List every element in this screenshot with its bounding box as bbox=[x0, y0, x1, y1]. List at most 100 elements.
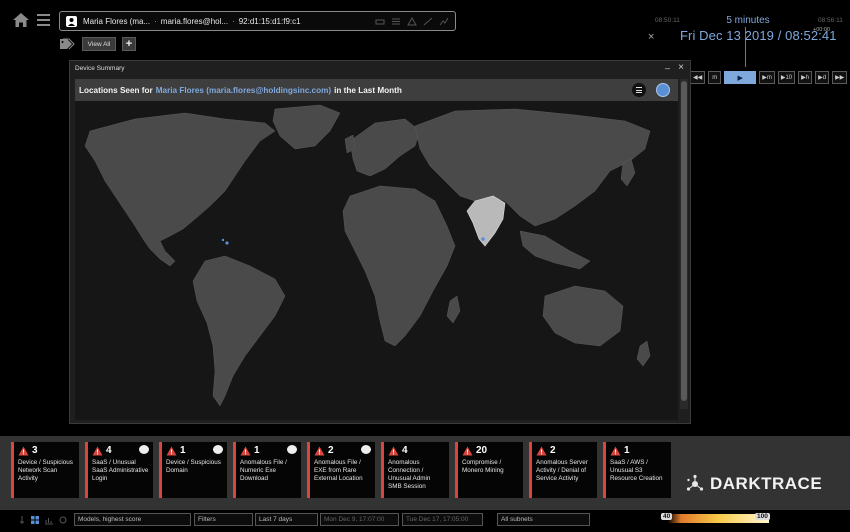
alert-label: Device / Suspicious Network Scan Activit… bbox=[18, 459, 73, 482]
madagascar bbox=[446, 295, 461, 324]
warning-icon bbox=[388, 446, 399, 455]
alert-card[interactable]: 1 Anomalous File / Numeric Exe Download bbox=[233, 442, 301, 498]
pin-icon[interactable] bbox=[17, 515, 27, 525]
view-all-button[interactable]: View All bbox=[82, 37, 116, 51]
hamburger-menu-icon[interactable] bbox=[37, 14, 50, 26]
darktrace-logo: DARKTRACE bbox=[686, 474, 822, 494]
alert-count: 2 bbox=[550, 445, 556, 456]
time-window-label: 5 minutes bbox=[726, 15, 770, 26]
wand-icon[interactable] bbox=[423, 17, 433, 26]
playback-fast-forward-button[interactable]: ▶▶ bbox=[832, 71, 848, 84]
alert-count: 4 bbox=[106, 445, 112, 456]
models-select[interactable]: Models, highest score bbox=[74, 513, 191, 526]
time-scale-end: 08:56:11 bbox=[818, 17, 843, 24]
time-scale-start: 08:50:11 bbox=[655, 17, 680, 24]
southeast-asia bbox=[519, 230, 591, 270]
add-tag-button[interactable]: + bbox=[122, 37, 136, 51]
date-to-input[interactable]: Tue Dec 17, 17:05:00 bbox=[402, 513, 483, 526]
alert-card[interactable]: 4 SaaS / Unusual SaaS Administrative Log… bbox=[85, 442, 153, 498]
warning-icon bbox=[240, 446, 251, 455]
alert-label: Anomalous Server Activity / Denial of Se… bbox=[536, 459, 588, 482]
date-range-select[interactable]: Last 7 days bbox=[255, 513, 318, 526]
separator: · bbox=[232, 16, 235, 26]
user-icon bbox=[66, 15, 77, 27]
playback-forward-minute-button[interactable]: ▶m bbox=[759, 71, 775, 84]
home-icon[interactable] bbox=[12, 12, 30, 28]
alert-count: 4 bbox=[402, 445, 408, 456]
graph-icon[interactable] bbox=[439, 17, 449, 26]
score-max-handle[interactable]: 100 bbox=[755, 513, 770, 520]
device-search-bar[interactable]: Maria Flores (ma... · maria.flores@hol..… bbox=[59, 11, 456, 31]
device-summary-window: Device Summary – × Locations Seen for Ma… bbox=[69, 60, 691, 424]
score-min-handle[interactable]: 40 bbox=[661, 513, 673, 520]
score-range-slider[interactable] bbox=[600, 514, 769, 523]
warning-icon bbox=[462, 446, 473, 455]
alert-label: Anomalous File / Numeric Exe Download bbox=[240, 459, 287, 482]
greenland bbox=[272, 104, 341, 150]
playback-rewind-button[interactable]: ◀◀ bbox=[690, 71, 706, 84]
alert-card[interactable]: 1 SaaS / AWS / Unusual S3 Resource Creat… bbox=[603, 442, 671, 498]
playback-forward-10-button[interactable]: ▶10 bbox=[777, 71, 796, 84]
list-icon[interactable] bbox=[391, 17, 401, 26]
alert-label: Anomalous File / EXE from Rare External … bbox=[314, 459, 363, 482]
playback-controls: ◀◀ m ▶ ▶m ▶10 ▶h ▶d ▶▶ bbox=[690, 71, 848, 84]
subnets-select[interactable]: All subnets bbox=[497, 513, 590, 526]
playback-forward-day-button[interactable]: ▶d bbox=[815, 71, 830, 84]
playback-forward-hour-button[interactable]: ▶h bbox=[798, 71, 813, 84]
india-highlight bbox=[466, 195, 506, 247]
alert-count: 1 bbox=[180, 445, 186, 456]
playback-play-button[interactable]: ▶ bbox=[724, 71, 757, 84]
comment-icon bbox=[139, 445, 149, 454]
globe-icon[interactable] bbox=[656, 83, 670, 97]
device-mac: 92:d1:15:d1:f9:c1 bbox=[238, 16, 301, 26]
date-from-input[interactable]: Mon Dec 9, 17:07:00 bbox=[320, 513, 399, 526]
alert-count: 1 bbox=[254, 445, 260, 456]
summary-scrollbar[interactable] bbox=[680, 79, 688, 409]
alert-count: 2 bbox=[328, 445, 334, 456]
alert-card[interactable]: 4 Anomalous Connection / Unusual Admin S… bbox=[381, 442, 449, 498]
alert-card[interactable]: 2 Anomalous Server Activity / Denial of … bbox=[529, 442, 597, 498]
network-icon[interactable] bbox=[58, 515, 68, 525]
alert-card[interactable]: 1 Device / Suspicious Domain bbox=[159, 442, 227, 498]
time-close-button[interactable]: × bbox=[648, 31, 654, 43]
alert-card[interactable]: 3 Device / Suspicious Network Scan Activ… bbox=[11, 442, 79, 498]
australia bbox=[542, 285, 624, 347]
grid-icon[interactable] bbox=[30, 515, 40, 525]
location-marker bbox=[221, 238, 225, 242]
current-time: Fri Dec 13 2019 / 08:52:41 bbox=[680, 28, 837, 43]
header-user-link[interactable]: Maria Flores (maria.flores@holdingsinc.c… bbox=[156, 86, 331, 95]
chart-icon[interactable] bbox=[44, 515, 54, 525]
separator: · bbox=[154, 16, 157, 26]
device-tools bbox=[375, 16, 449, 26]
warning-icon[interactable] bbox=[407, 16, 417, 26]
africa bbox=[342, 185, 456, 347]
world-map[interactable] bbox=[75, 101, 678, 420]
alert-label: SaaS / Unusual SaaS Administrative Login bbox=[92, 459, 149, 482]
brand-name: DARKTRACE bbox=[710, 474, 823, 493]
warning-icon bbox=[314, 446, 325, 455]
comment-icon bbox=[287, 445, 297, 454]
device-name: Maria Flores (ma... bbox=[83, 16, 151, 26]
alert-card[interactable]: 2 Anomalous File / EXE from Rare Externa… bbox=[307, 442, 375, 498]
filters-select[interactable]: Filters bbox=[194, 513, 253, 526]
comment-icon bbox=[361, 445, 371, 454]
alert-count: 3 bbox=[32, 445, 38, 456]
device-email: maria.flores@hol... bbox=[160, 16, 229, 26]
alert-label: Anomalous Connection / Unusual Admin SMB… bbox=[388, 459, 431, 490]
tag-icon[interactable] bbox=[59, 38, 75, 50]
new-zealand bbox=[636, 340, 651, 367]
warning-icon bbox=[92, 446, 103, 455]
comment-icon bbox=[213, 445, 223, 454]
alert-card[interactable]: 20 Compromise / Monero Mining bbox=[455, 442, 523, 498]
playback-back-day-button[interactable]: m bbox=[708, 71, 722, 84]
close-button[interactable]: × bbox=[678, 62, 684, 73]
window-title: Device Summary bbox=[75, 65, 125, 72]
minimize-button[interactable]: – bbox=[665, 63, 670, 73]
warning-icon bbox=[610, 446, 621, 455]
alert-label: Compromise / Monero Mining bbox=[462, 459, 504, 474]
car-icon[interactable] bbox=[375, 17, 385, 26]
warning-icon bbox=[166, 446, 177, 455]
header-menu-icon[interactable] bbox=[632, 83, 646, 97]
locations-header: Locations Seen for Maria Flores (maria.f… bbox=[75, 79, 678, 101]
location-marker bbox=[225, 241, 229, 245]
